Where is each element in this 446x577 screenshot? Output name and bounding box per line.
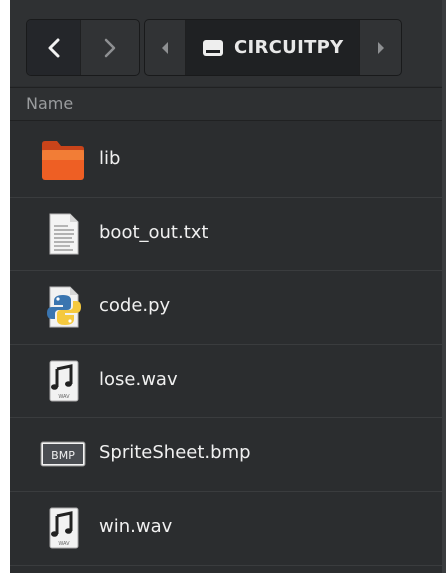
- drive-icon: [203, 39, 223, 56]
- folder-icon: [42, 141, 84, 180]
- path-scroll-right-button[interactable]: [359, 20, 401, 75]
- file-row-lib[interactable]: lib: [10, 124, 446, 198]
- path-crumb-label: CIRCUITPY: [234, 37, 344, 58]
- path-crumb-circuitpy[interactable]: CIRCUITPY: [185, 20, 359, 75]
- file-name: win.wav: [99, 515, 173, 537]
- svg-text:WAV: WAV: [58, 394, 70, 400]
- file-row-boot-out-txt[interactable]: boot_out.txt: [10, 198, 446, 272]
- file-name: lib: [99, 148, 121, 169]
- chevron-right-icon: [104, 38, 116, 57]
- triangle-left-icon: [162, 41, 168, 54]
- path-scroll-left-button[interactable]: [145, 20, 185, 75]
- column-header-row: Name: [10, 87, 446, 121]
- audio-file-icon: WAV: [49, 507, 79, 549]
- file-name: boot_out.txt: [99, 221, 209, 243]
- triangle-right-icon: [377, 41, 384, 54]
- window-edge: [442, 0, 446, 573]
- file-row-spritesheet-bmp[interactable]: BMP SpriteSheet.bmp: [10, 418, 446, 492]
- python-file-icon: [47, 286, 81, 328]
- toolbar: CIRCUITPY: [10, 0, 446, 86]
- column-header-name[interactable]: Name: [26, 94, 73, 113]
- bmp-file-icon: BMP: [40, 441, 86, 467]
- file-name: lose.wav: [99, 368, 178, 390]
- back-button[interactable]: [27, 20, 80, 75]
- file-row-lose-wav[interactable]: WAV lose.wav: [10, 345, 446, 419]
- file-manager-window: CIRCUITPY Name lib boot_out.txt code.py …: [10, 0, 446, 573]
- file-row-win-wav[interactable]: WAV win.wav: [10, 492, 446, 566]
- file-name: SpriteSheet.bmp: [99, 442, 251, 464]
- file-name: code.py: [99, 295, 171, 317]
- file-list: lib boot_out.txt code.py WAV lose.wav BM…: [10, 124, 446, 566]
- forward-button[interactable]: [80, 20, 139, 75]
- path-bar: CIRCUITPY: [144, 19, 402, 76]
- audio-file-icon: WAV: [49, 360, 79, 402]
- text-file-icon: [49, 213, 79, 255]
- file-row-code-py[interactable]: code.py: [10, 271, 446, 345]
- svg-text:BMP: BMP: [51, 449, 75, 462]
- chevron-left-icon: [48, 38, 59, 57]
- svg-text:WAV: WAV: [58, 541, 70, 547]
- navigation-buttons: [26, 19, 140, 76]
